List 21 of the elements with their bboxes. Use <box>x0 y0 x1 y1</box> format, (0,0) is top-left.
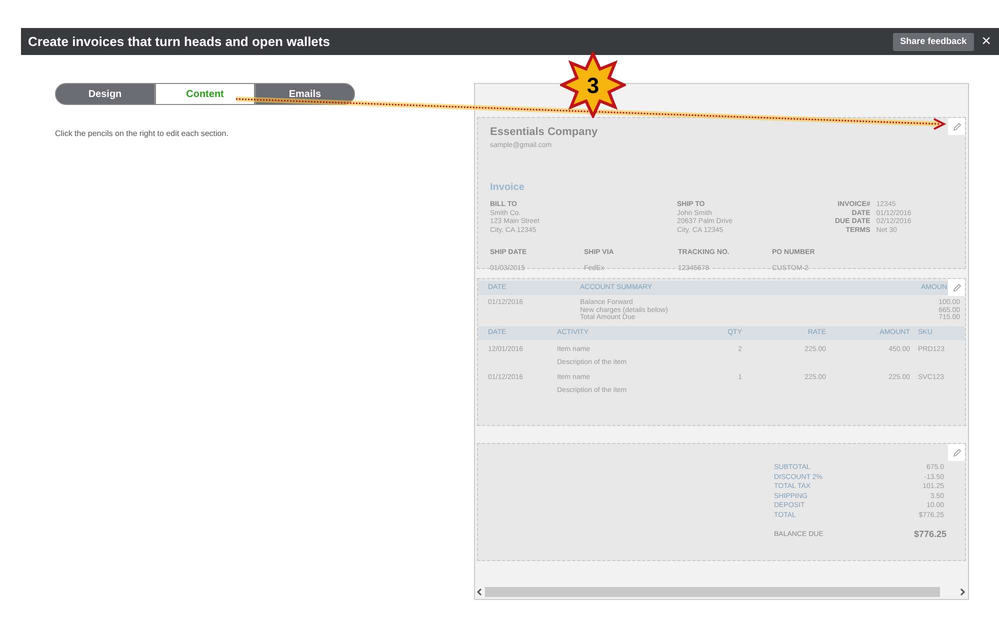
instruction-text: Click the pencils on the right to edit each section. <box>55 128 230 140</box>
balance-due-value: $776.25 <box>914 528 944 541</box>
pencil-icon <box>952 282 962 292</box>
edit-button[interactable] <box>948 279 965 296</box>
window-title: Create invoices that turn heads and open wallets <box>28 32 330 51</box>
company-name: Essentials Company <box>490 125 599 140</box>
invoice-title: Invoice <box>490 181 526 195</box>
tab[interactable]: Emails <box>255 83 355 105</box>
close-button[interactable]: × <box>982 34 991 50</box>
edit-button[interactable] <box>948 444 965 461</box>
pencil-icon <box>952 448 962 458</box>
pencil-icon <box>952 122 962 132</box>
tab[interactable]: Design <box>55 83 155 105</box>
scrollbar-thumb[interactable] <box>485 586 940 596</box>
edit-button[interactable] <box>948 118 965 135</box>
tab[interactable]: Content <box>155 83 255 105</box>
horizontal-scrollbar[interactable] <box>475 586 968 597</box>
scroll-right-icon[interactable] <box>958 588 966 596</box>
share-feedback-button[interactable]: Share feedback <box>893 32 974 50</box>
scroll-left-icon[interactable] <box>476 588 484 596</box>
step-number: 3 <box>586 72 600 100</box>
